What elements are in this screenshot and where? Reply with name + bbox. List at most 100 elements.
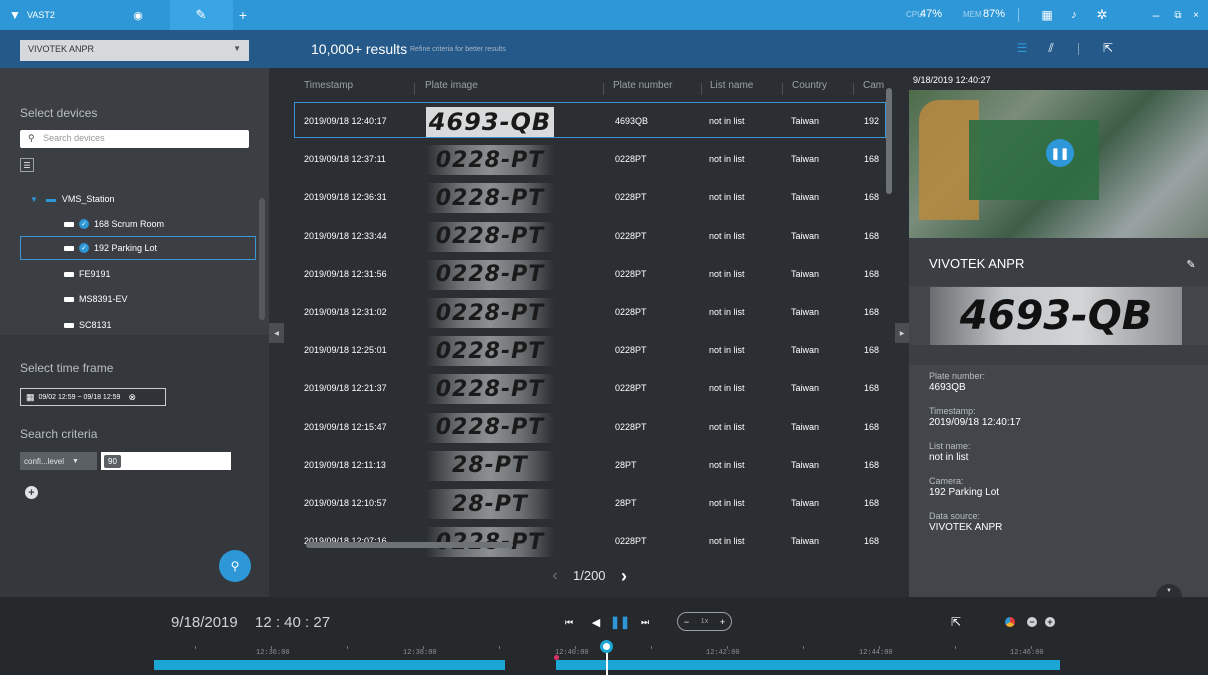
device-item-168-scrum-room[interactable]: ✓ 168 Scrum Room	[64, 213, 164, 235]
clear-icon[interactable]: ⊗	[128, 392, 136, 403]
table-row[interactable]: 0228-PT 2019/09/18 12:15:47 0228PT not in l…	[294, 408, 886, 444]
column-header-country[interactable]: Country	[792, 80, 827, 100]
camera-icon	[64, 271, 74, 277]
tree-root[interactable]: ▼ ▬ VMS_Station	[30, 188, 114, 210]
restore-icon[interactable]: ⧉	[1172, 8, 1184, 22]
skip-end-icon[interactable]: ⏭	[638, 614, 652, 630]
table-row[interactable]: 0228-PT 2019/09/18 12:25:01 0228PT not in l…	[294, 331, 886, 367]
cell-camera: 168	[864, 345, 880, 356]
table-vertical-scrollbar[interactable]	[886, 88, 892, 194]
cell-plate-image: 4693-QB	[426, 107, 554, 137]
collapse-right-icon[interactable]: ▶	[895, 323, 909, 343]
playhead-handle[interactable]	[600, 640, 613, 653]
checkbox-checked-icon[interactable]: ✓	[79, 243, 89, 253]
table-row[interactable]: 0228-PT2019/09/18 12:07:160228PTnot in l…	[294, 522, 886, 558]
criteria-value-chip: 90	[104, 454, 121, 468]
cell-list-name: not in list	[709, 154, 745, 165]
add-tab-icon[interactable]: +	[237, 7, 249, 23]
prev-page-icon[interactable]: ‹	[549, 566, 561, 586]
pause-video-icon[interactable]: ❚❚	[1046, 139, 1074, 167]
bell-icon[interactable]: ♪	[1067, 8, 1081, 22]
cell-list-name: not in list	[709, 498, 745, 508]
export-icon[interactable]: ⇱	[948, 614, 964, 630]
timeline-tick	[499, 646, 500, 649]
pause-icon[interactable]: ❚❚	[610, 614, 630, 630]
column-header-plate-image[interactable]: Plate image	[425, 80, 478, 100]
checkbox-checked-icon[interactable]: ✓	[79, 219, 89, 229]
table-row[interactable]: 0228-PT 2019/09/18 12:31:56 0228PT not in l…	[294, 255, 886, 291]
column-header-plate-number[interactable]: Plate number	[613, 80, 672, 100]
minimize-icon[interactable]: –	[1150, 8, 1162, 22]
export-icon[interactable]: ⇱	[1101, 40, 1115, 56]
column-header-timestamp[interactable]: Timestamp	[304, 80, 353, 100]
gear-icon[interactable]: ✲	[1095, 7, 1109, 22]
speed-up-icon[interactable]: +	[720, 617, 725, 627]
tab-search[interactable]: ✎	[170, 0, 233, 30]
column-header-camera[interactable]: Cam	[863, 80, 884, 100]
timeline-tick	[727, 646, 728, 649]
cell-list-name: not in list	[709, 421, 745, 432]
cell-camera: 168	[864, 421, 880, 432]
edit-pencil-icon[interactable]: ✎	[1185, 257, 1197, 271]
reverse-play-icon[interactable]: ◀	[589, 614, 603, 630]
color-palette-icon[interactable]	[1005, 617, 1015, 627]
table-row[interactable]: 28-PT 2019/09/18 12:11:13 28PT not in list T…	[294, 446, 886, 482]
table-row[interactable]: 0228-PT 2019/09/18 12:37:11 0228PT not in l…	[294, 140, 886, 176]
device-item-192-parking-lot[interactable]: ✓ 192 Parking Lot	[64, 237, 157, 259]
list-view-icon[interactable]: ☰	[1015, 40, 1029, 56]
expand-icon: ▼	[30, 194, 38, 204]
grid-icon[interactable]: ▦	[1040, 8, 1054, 22]
search-input[interactable]: ⚲ Search devices	[20, 130, 249, 148]
criteria-value-input[interactable]: 90	[101, 452, 231, 470]
speed-value: 1x	[700, 618, 709, 625]
device-item-fe9191[interactable]: FE9191	[64, 263, 111, 285]
skip-start-icon[interactable]: ⏮	[562, 614, 576, 630]
speed-control[interactable]: − 1x +	[677, 612, 732, 631]
divider	[1078, 43, 1079, 55]
search-button[interactable]: ⚲	[219, 550, 251, 582]
table-horizontal-scrollbar[interactable]	[306, 542, 513, 548]
cell-timestamp: 2019/09/18 12:37:11	[304, 154, 386, 165]
device-select[interactable]: VIVOTEK ANPR ▼	[20, 40, 249, 61]
device-list-scrollbar[interactable]	[259, 198, 265, 320]
table-row[interactable]: 0228-PT 2019/09/18 12:21:37 0228PT not in l…	[294, 369, 886, 405]
next-page-icon[interactable]: ›	[618, 566, 630, 586]
zoom-in-icon[interactable]: +	[1045, 617, 1055, 627]
table-row[interactable]: 0228-PT 2019/09/18 12:31:02 0228PT not in l…	[294, 293, 886, 329]
filter-list-icon[interactable]: ☰	[20, 158, 34, 172]
cell-camera: 168	[864, 459, 880, 470]
criteria-field-select[interactable]: confi...level ▼	[20, 452, 97, 470]
detail-value: 192 Parking Lot	[929, 487, 1000, 498]
device-item-sc8131[interactable]: SC8131	[64, 314, 112, 336]
cell-plate-image: 0228-PT	[426, 183, 554, 214]
cell-plate-number: 0228PT	[615, 192, 647, 203]
table-row[interactable]: 28-PT 2019/09/18 12:10:57 28PT not in list T…	[294, 484, 886, 520]
collapse-left-icon[interactable]: ◀	[269, 323, 284, 343]
eye-icon[interactable]: ◉	[130, 8, 146, 22]
results-hint: Refine criteria for better results	[410, 46, 506, 53]
close-icon[interactable]: ×	[1190, 8, 1202, 22]
timeline-label: 12:36:00	[256, 649, 290, 657]
add-criteria-icon[interactable]: +	[25, 486, 38, 499]
table-row[interactable]: 0228-PT 2019/09/18 12:33:44 0228PT not in l…	[294, 217, 886, 253]
video-preview[interactable]: ❚❚	[909, 90, 1208, 238]
table-row[interactable]: 0228-PT 2019/09/18 12:36:31 0228PT not in l…	[294, 178, 886, 214]
timeline-recording-segment[interactable]	[556, 660, 1060, 670]
column-header-list-name[interactable]: List name	[710, 80, 753, 100]
device-item-ms8391-ev[interactable]: MS8391-EV	[64, 288, 128, 310]
camera-icon	[64, 296, 74, 302]
cell-camera: 168	[864, 383, 880, 394]
device-label: 192 Parking Lot	[94, 243, 158, 253]
table-row[interactable]: 4693-QB 2019/09/18 12:40:17 4693QB not in l…	[294, 102, 886, 138]
cell-timestamp: 2019/09/18 12:25:01	[304, 345, 387, 356]
search-tab-icon: ✎	[195, 7, 207, 22]
cell-list-name: not in list	[709, 383, 745, 394]
timeline-recording-segment[interactable]	[154, 660, 505, 670]
time-frame-field[interactable]: ▦ 09/02 12:59 ~ 09/18 12:59 ⊗	[20, 388, 166, 406]
event-marker[interactable]	[554, 655, 559, 660]
speed-down-icon[interactable]: −	[684, 617, 689, 627]
cell-country: Taiwan	[791, 154, 820, 165]
chart-icon[interactable]: ⫽	[1044, 40, 1058, 56]
zoom-out-icon[interactable]: −	[1027, 617, 1037, 627]
cell-country: Taiwan	[791, 459, 820, 470]
